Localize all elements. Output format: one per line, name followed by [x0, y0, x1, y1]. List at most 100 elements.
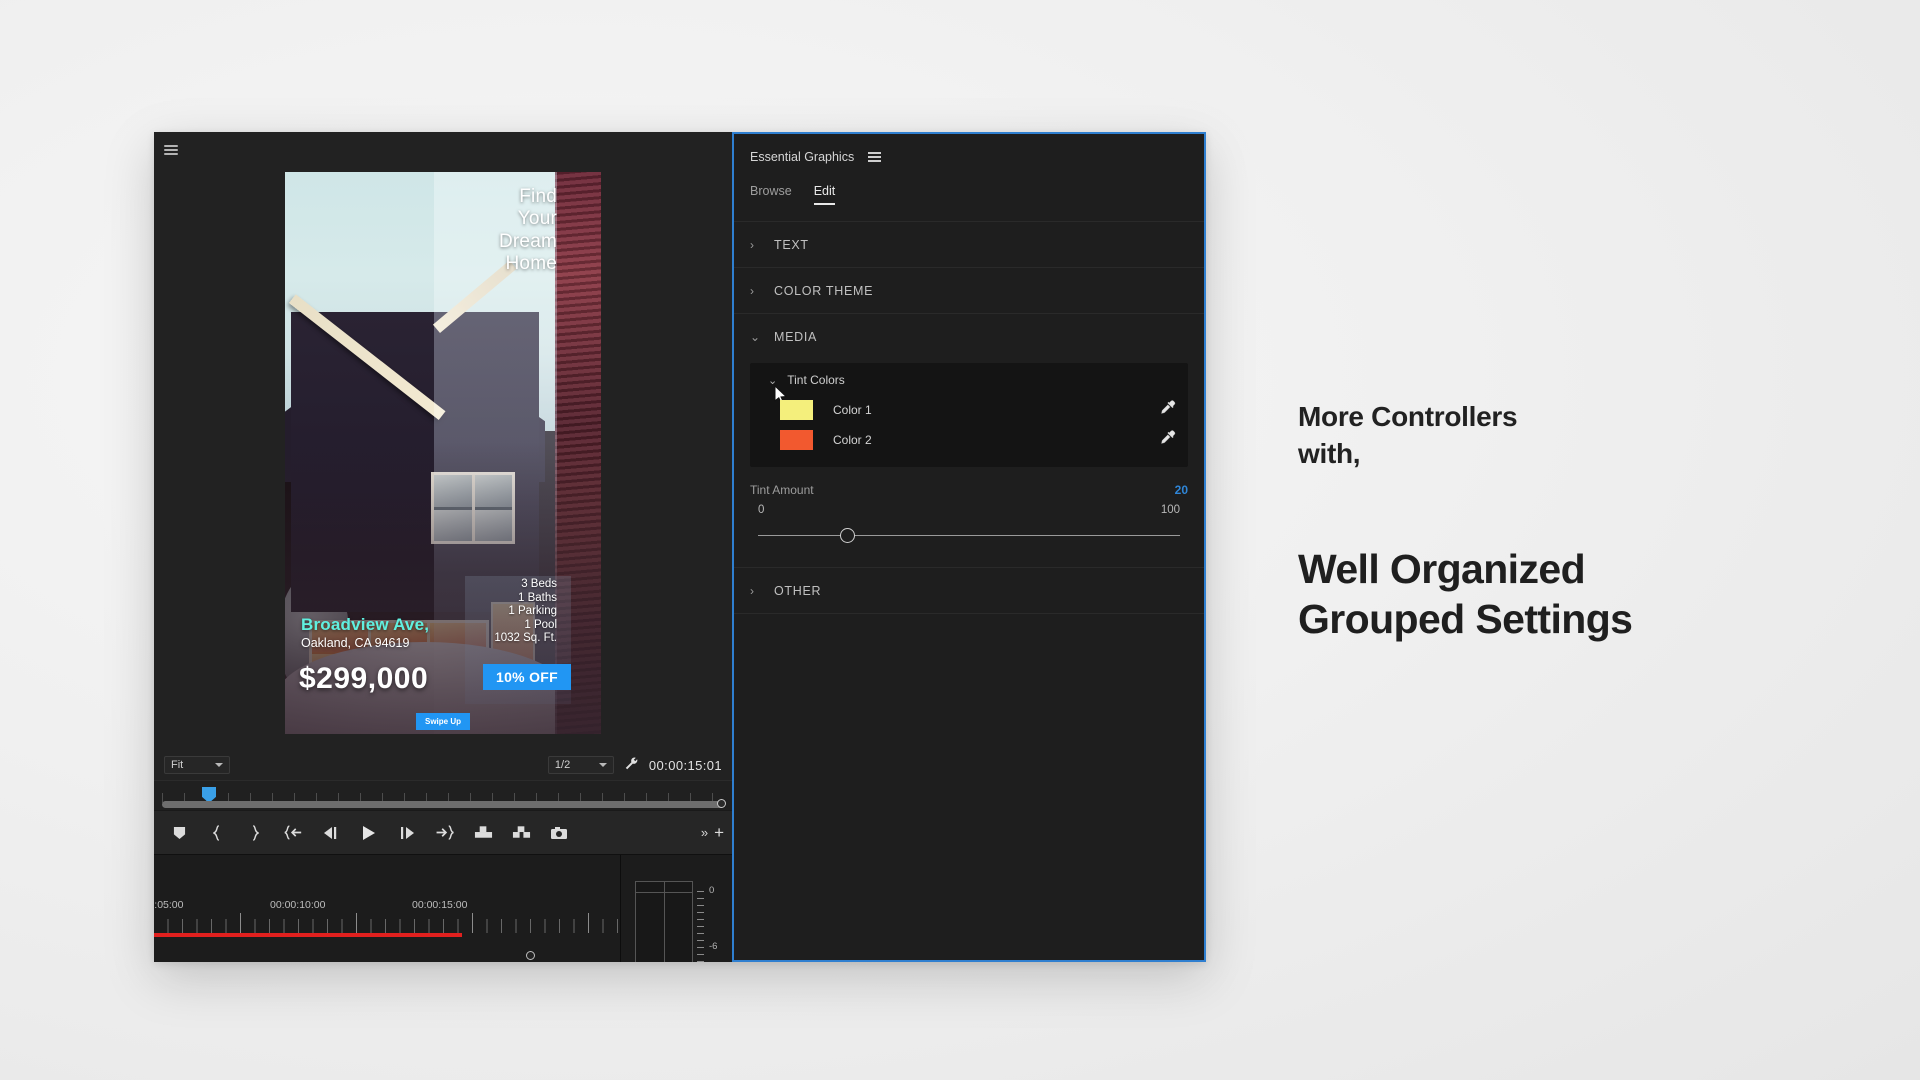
eyedropper-icon[interactable] — [1160, 430, 1176, 451]
spec-parking: 1 Parking — [508, 605, 557, 618]
hamburger-icon[interactable] — [164, 142, 178, 157]
headline-line-1: Find — [519, 186, 557, 207]
spec-area: 1032 Sq. Ft. — [494, 632, 557, 645]
spec-baths: 1 Baths — [518, 591, 557, 604]
transport-overflow-button[interactable]: » — [701, 825, 708, 840]
headline-line-4: Home — [505, 253, 557, 275]
zoom-level-select[interactable]: Fit — [164, 756, 230, 774]
essential-graphics-panel: Essential Graphics Browse Edit › TEXT › … — [732, 132, 1206, 962]
color-swatch-1[interactable] — [780, 400, 813, 420]
timeline-scrollbar-handle[interactable] — [526, 951, 535, 960]
chevron-down-icon — [598, 763, 607, 767]
program-monitor-toolbar: Fit 1/2 00:00:15:01 — [154, 750, 732, 780]
address-city: Oakland, CA 94619 — [301, 636, 410, 650]
transport-right-group: » + — [701, 823, 724, 843]
zoom-scrollbar-handle[interactable] — [717, 799, 726, 808]
slider-track — [758, 535, 1180, 537]
go-to-in-button[interactable] — [274, 818, 312, 848]
spec-beds: 3 Beds — [521, 578, 557, 591]
play-stop-button[interactable] — [350, 818, 388, 848]
tint-amount-slider[interactable] — [750, 525, 1188, 547]
section-color-theme[interactable]: › COLOR THEME — [734, 268, 1204, 314]
marketing-copy: More Controllers with, Well Organized Grou… — [1298, 398, 1858, 645]
timeline-major-ticks — [154, 913, 620, 933]
camera-icon[interactable] — [540, 818, 578, 848]
chevron-down-icon — [215, 763, 223, 767]
add-marker-button[interactable] — [160, 818, 198, 848]
wrench-icon[interactable] — [624, 756, 639, 774]
section-text[interactable]: › TEXT — [734, 222, 1204, 268]
time-label-1: 00:00:05:00 — [154, 899, 184, 911]
tint-amount-value[interactable]: 20 — [1175, 483, 1188, 497]
lift-button[interactable] — [464, 818, 502, 848]
chevron-right-icon: › — [750, 237, 755, 252]
section-other-label: OTHER — [774, 583, 822, 598]
step-forward-button[interactable] — [388, 818, 426, 848]
headline-line-3: Dream — [498, 230, 557, 252]
zoom-level-value: Fit — [171, 759, 184, 771]
video-preview-frame[interactable]: Find Your Dream Home 3 Beds 1 Baths 1 Pa… — [285, 172, 601, 734]
tint-amount-label: Tint Amount — [750, 483, 814, 497]
timeline-track-area[interactable]: 00:00:05:00 00:00:10:00 00:00:15:00 — [154, 855, 620, 962]
section-media[interactable]: ⌄ MEDIA — [734, 314, 1204, 360]
panel-menu-icon[interactable] — [868, 150, 882, 165]
left-column: Find Your Dream Home 3 Beds 1 Baths 1 Pa… — [154, 132, 732, 962]
program-time-ruler[interactable] — [154, 780, 732, 810]
tab-browse[interactable]: Browse — [750, 184, 792, 203]
meter-ticks — [697, 891, 704, 962]
audio-meter-scale: 0 -6 — [697, 881, 731, 962]
tint-amount-min: 0 — [758, 504, 765, 516]
discount-badge: 10% OFF — [482, 664, 571, 690]
chevron-right-icon: › — [750, 283, 755, 298]
ad-headline: Find Your Dream Home — [499, 186, 557, 276]
essential-graphics-header: Essential Graphics — [734, 134, 1204, 180]
chevron-right-icon: › — [750, 583, 755, 598]
resolution-value: 1/2 — [554, 759, 571, 771]
section-media-label: MEDIA — [774, 330, 818, 344]
extract-button[interactable] — [502, 818, 540, 848]
button-editor-button[interactable]: + — [714, 823, 724, 843]
mark-out-button[interactable] — [236, 818, 274, 848]
meter-label-6: -6 — [709, 941, 718, 952]
premiere-pro-window: Find Your Dream Home 3 Beds 1 Baths 1 Pa… — [154, 132, 1206, 962]
time-label-3: 00:00:15:00 — [412, 899, 468, 911]
program-monitor-panel: Find Your Dream Home 3 Beds 1 Baths 1 Pa… — [154, 132, 732, 854]
tint-amount-max: 100 — [1160, 504, 1180, 516]
tint-colors-group: ⌄ Tint Colors Color 1 Color 2 — [750, 363, 1188, 467]
color-2-label: Color 2 — [833, 433, 872, 447]
tint-colors-header[interactable]: ⌄ Tint Colors — [750, 369, 1188, 404]
tab-edit[interactable]: Edit — [813, 184, 836, 205]
chevron-down-icon: ⌄ — [750, 330, 761, 344]
section-other[interactable]: › OTHER — [734, 568, 1204, 614]
section-color-theme-label: COLOR THEME — [774, 283, 874, 298]
meter-label-0: 0 — [709, 885, 715, 896]
color-row-1[interactable]: Color 1 — [750, 395, 1188, 425]
transport-controls: » + — [154, 810, 732, 854]
timeline-work-area-bar[interactable] — [154, 933, 462, 937]
zoom-scrollbar[interactable] — [162, 799, 726, 808]
mark-in-button[interactable] — [198, 818, 236, 848]
media-section-body: ⌄ Tint Colors Color 1 Color 2 Tint Amoun… — [734, 360, 1204, 568]
timeline-time-labels: 00:00:05:00 00:00:10:00 00:00:15:00 — [154, 899, 620, 913]
eyedropper-icon[interactable] — [1160, 400, 1176, 421]
current-timecode[interactable]: 00:00:15:01 — [649, 758, 722, 773]
tint-amount-control: Tint Amount 20 0 100 — [734, 467, 1204, 567]
section-text-label: TEXT — [774, 237, 809, 252]
audio-meter-box[interactable] — [635, 881, 693, 962]
resolution-select[interactable]: 1/2 — [547, 756, 614, 774]
address-street: Broadview Ave, — [301, 615, 430, 634]
color-swatch-2[interactable] — [780, 430, 813, 450]
audio-meters-panel: 0 -6 — [620, 855, 732, 962]
color-row-2[interactable]: Color 2 — [750, 425, 1188, 455]
marketing-small-copy: More Controllers with, — [1298, 401, 1518, 470]
step-back-button[interactable] — [312, 818, 350, 848]
program-panel-menu-row — [154, 132, 732, 168]
property-specs: 3 Beds 1 Baths 1 Parking 1 Pool 1032 Sq.… — [494, 578, 557, 646]
spec-pool: 1 Pool — [524, 618, 557, 631]
tint-amount-row: Tint Amount 20 — [750, 483, 1188, 497]
panel-title: Essential Graphics — [750, 150, 855, 164]
tint-colors-label: Tint Colors — [787, 373, 845, 387]
slider-handle[interactable] — [839, 528, 855, 543]
headline-line-2: Your — [517, 208, 557, 230]
go-to-out-button[interactable] — [426, 818, 464, 848]
